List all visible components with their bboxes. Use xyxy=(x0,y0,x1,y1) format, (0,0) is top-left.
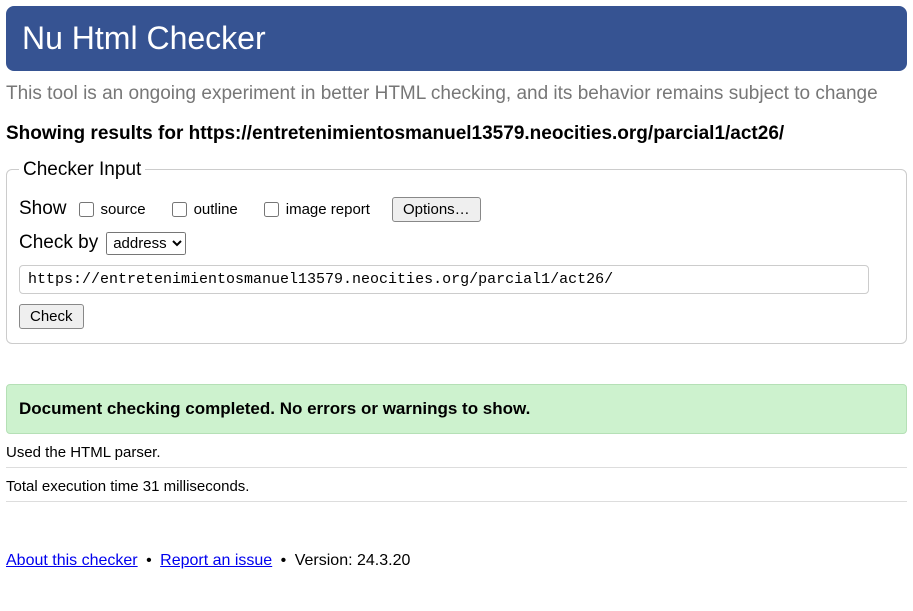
source-checkbox-label[interactable]: source xyxy=(75,199,146,220)
checker-input-legend: Checker Input xyxy=(19,159,145,181)
show-row: Show source outline image report Options… xyxy=(19,197,894,222)
show-label: Show xyxy=(19,198,67,220)
source-checkbox[interactable] xyxy=(79,202,94,217)
page-header: Nu Html Checker xyxy=(6,6,907,71)
version-label: Version: 24.3.20 xyxy=(295,552,411,569)
image-report-checkbox-label[interactable]: image report xyxy=(260,199,370,220)
image-report-checkbox[interactable] xyxy=(264,202,279,217)
checker-input-fieldset: Checker Input Show source outline image … xyxy=(6,159,907,344)
outline-label-text: outline xyxy=(194,201,238,218)
report-issue-link[interactable]: Report an issue xyxy=(160,552,272,569)
parser-info: Used the HTML parser. xyxy=(6,444,907,468)
timing-info: Total execution time 31 milliseconds. xyxy=(6,478,907,502)
page-title: Nu Html Checker xyxy=(22,20,891,57)
image-report-label-text: image report xyxy=(286,201,370,218)
check-button[interactable]: Check xyxy=(19,304,84,329)
checkby-row: Check by address xyxy=(19,232,894,255)
checkby-select[interactable]: address xyxy=(106,232,186,255)
checkby-label: Check by xyxy=(19,232,98,254)
separator: • xyxy=(281,552,287,569)
tagline: This tool is an ongoing experiment in be… xyxy=(6,81,907,107)
separator: • xyxy=(146,552,152,569)
options-button[interactable]: Options… xyxy=(392,197,481,222)
results-heading: Showing results for https://entretenimie… xyxy=(6,123,907,145)
source-label-text: source xyxy=(101,201,146,218)
success-message: Document checking completed. No errors o… xyxy=(6,384,907,434)
footer: About this checker • Report an issue • V… xyxy=(6,552,907,570)
outline-checkbox[interactable] xyxy=(172,202,187,217)
url-input[interactable] xyxy=(19,265,869,294)
outline-checkbox-label[interactable]: outline xyxy=(168,199,238,220)
about-link[interactable]: About this checker xyxy=(6,552,138,569)
